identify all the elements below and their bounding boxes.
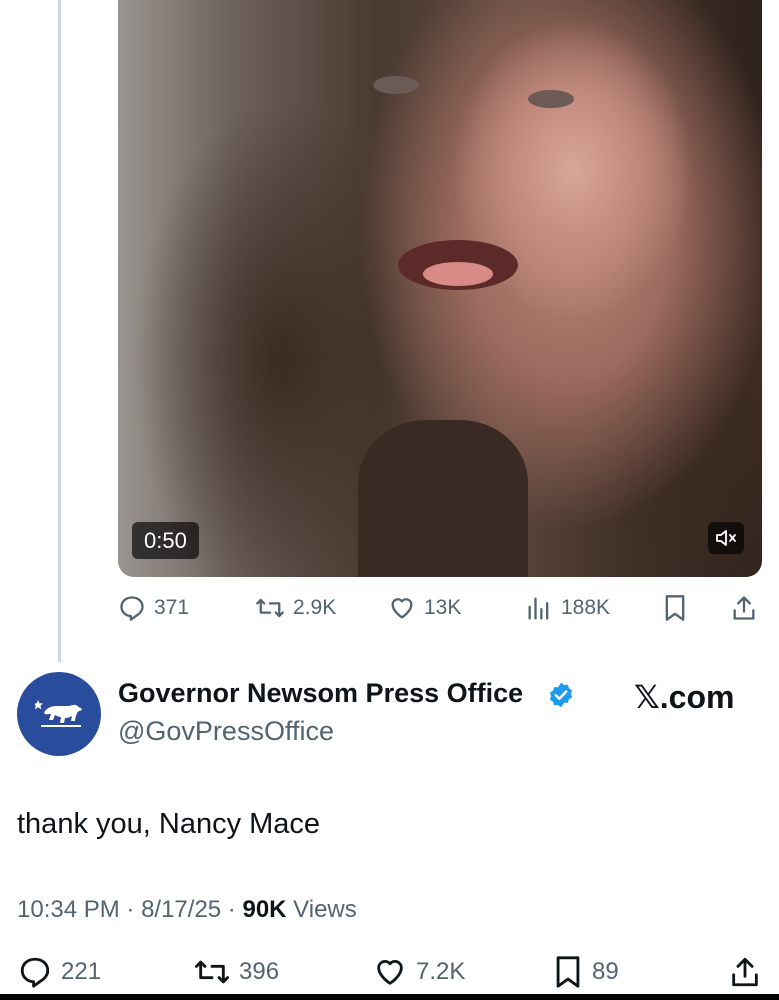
reply-icon — [20, 957, 50, 988]
bookmark-icon — [556, 956, 580, 988]
site-watermark: 𝕏.com — [634, 679, 735, 715]
heart-icon — [377, 960, 403, 985]
video-frame-detail — [373, 76, 419, 94]
speaker-muted-icon — [716, 530, 736, 546]
post-time[interactable]: 10:34 PM — [17, 896, 120, 923]
video-duration-badge: 0:50 — [132, 522, 199, 559]
reply-count: 371 — [154, 596, 190, 619]
verified-badge-icon — [547, 681, 575, 714]
author-avatar[interactable] — [17, 672, 101, 756]
bookmark-count: 89 — [592, 958, 619, 985]
separator: · — [221, 896, 243, 923]
video-frame-detail — [398, 240, 518, 290]
bookmark-icon — [665, 595, 685, 621]
post-text: thank you, Nancy Mace — [17, 808, 321, 840]
share-icon — [733, 596, 755, 620]
repost-count: 2.9K — [293, 596, 337, 619]
separator: · — [119, 896, 142, 923]
share-button[interactable] — [729, 955, 761, 989]
video-player[interactable]: 0:50 — [118, 0, 762, 577]
views-button[interactable]: 188K — [525, 594, 610, 622]
post-views-count: 90K — [242, 896, 287, 923]
california-bear-icon — [35, 700, 82, 727]
heart-icon — [391, 598, 413, 619]
analytics-icon — [528, 597, 549, 620]
reply-button[interactable]: 221 — [17, 955, 101, 989]
bookmark-button[interactable]: 89 — [552, 955, 619, 989]
like-button[interactable]: 13K — [388, 594, 461, 622]
views-count: 188K — [561, 596, 611, 619]
post-views-label: Views — [293, 896, 357, 923]
reply-icon — [120, 596, 144, 621]
like-count: 7.2K — [416, 958, 466, 985]
post-metadata: 10:34 PM · 8/17/25 · 90K Views — [17, 896, 357, 924]
author-handle[interactable]: @GovPressOffice — [118, 716, 334, 747]
bookmark-button[interactable] — [662, 594, 688, 622]
thread-connector-line — [58, 0, 61, 662]
post-date[interactable]: 8/17/25 — [141, 896, 221, 923]
repost-icon — [256, 598, 284, 618]
repost-button[interactable]: 2.9K — [255, 594, 336, 622]
repost-button[interactable]: 396 — [193, 955, 279, 989]
reply-button[interactable]: 371 — [118, 594, 189, 622]
repost-count: 396 — [239, 958, 280, 985]
video-frame-detail — [358, 420, 528, 577]
mute-toggle-button[interactable] — [708, 522, 744, 554]
like-button[interactable]: 7.2K — [372, 955, 465, 989]
video-frame-detail — [528, 90, 574, 108]
reply-count: 221 — [61, 958, 102, 985]
share-button[interactable] — [731, 594, 757, 622]
screen-bottom-edge — [0, 994, 779, 1000]
like-count: 13K — [424, 596, 462, 619]
author-display-name[interactable]: Governor Newsom Press Office — [118, 678, 523, 709]
share-icon — [732, 957, 758, 987]
repost-icon — [195, 960, 229, 984]
